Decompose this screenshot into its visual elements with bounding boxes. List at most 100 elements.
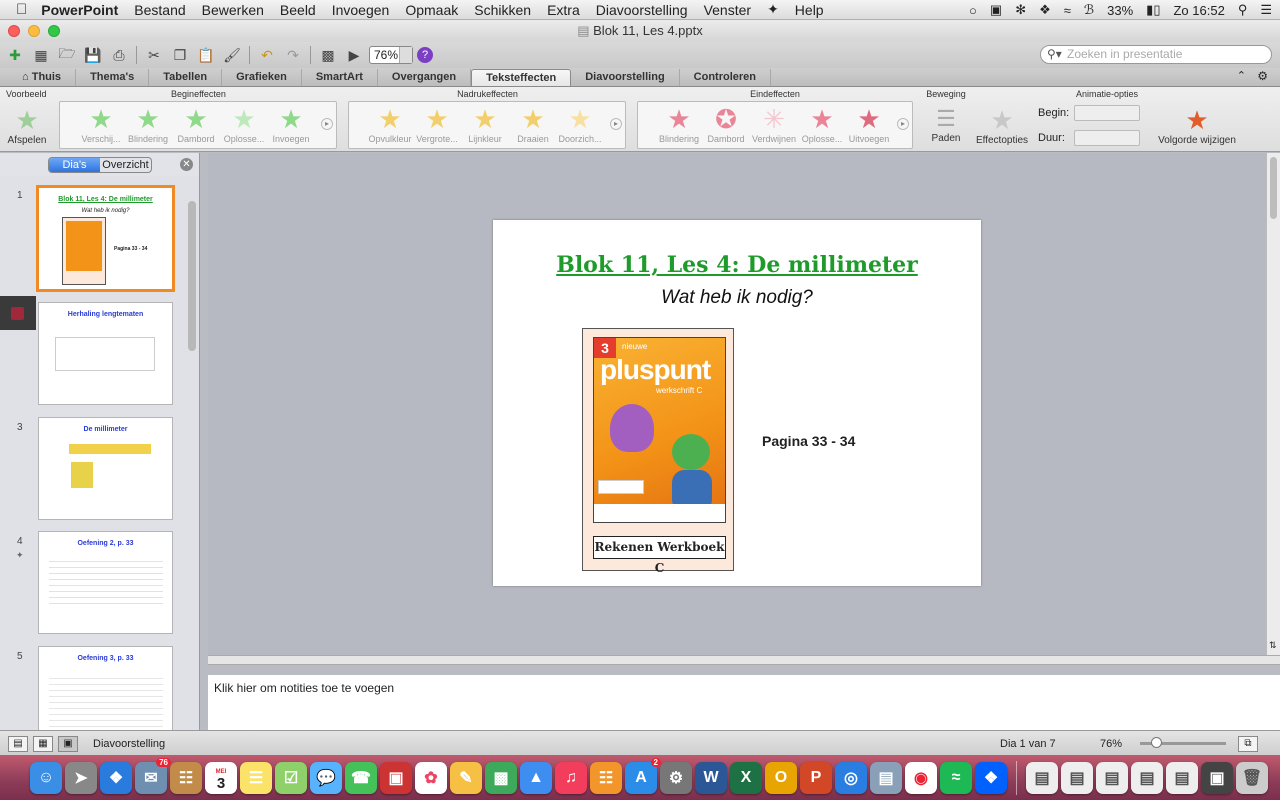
tab-smartart[interactable]: SmartArt: [302, 69, 378, 86]
sync-icon[interactable]: ○: [969, 3, 977, 18]
zoom-dropdown[interactable]: 76%: [369, 46, 413, 64]
record-button[interactable]: [0, 296, 36, 330]
slide-thumbnail-5[interactable]: Oefening 3, p. 33: [38, 646, 173, 730]
current-slide[interactable]: Blok 11, Les 4: De millimeter Wat heb ik…: [493, 220, 981, 586]
mail-icon[interactable]: ✉ 76: [135, 757, 171, 794]
slide-editor-canvas[interactable]: Blok 11, Les 4: De millimeter Wat heb ik…: [208, 153, 1266, 655]
tab-diavoorstelling[interactable]: Diavoorstelling: [571, 69, 680, 86]
finder-icon[interactable]: ☺: [30, 761, 62, 794]
excel-icon[interactable]: X: [730, 761, 762, 794]
slideshow-icon[interactable]: ▶: [343, 45, 365, 65]
battery-percentage[interactable]: 33%: [1107, 3, 1133, 18]
new-icon[interactable]: ✚: [4, 45, 26, 65]
calendar-icon[interactable]: MEI 3: [205, 761, 237, 794]
photo-booth-icon[interactable]: ▣: [380, 761, 412, 794]
slide-thumbnail-3[interactable]: De millimeter: [38, 417, 173, 520]
close-pane-icon[interactable]: ✕: [180, 158, 193, 171]
system-preferences-icon[interactable]: ⚙: [660, 761, 692, 794]
effect-checkerboard[interactable]: ★ Dambord: [173, 102, 219, 150]
facetime-icon[interactable]: ☎: [345, 761, 377, 794]
duration-stepper[interactable]: [1074, 130, 1140, 146]
effect-line-color[interactable]: ★ Lijnkleur: [462, 102, 508, 150]
slide-subtitle[interactable]: Wat heb ik nodig?: [493, 287, 981, 309]
clock[interactable]: Zo 16:52: [1173, 3, 1224, 18]
messages-icon[interactable]: 💬: [310, 761, 342, 794]
tab-overgangen[interactable]: Overgangen: [378, 69, 472, 86]
menu-bewerken[interactable]: Bewerken: [194, 2, 272, 18]
gallery-icon[interactable]: ▦: [30, 45, 52, 65]
menu-extra[interactable]: Extra: [539, 2, 588, 18]
wifi-icon[interactable]: ≈: [1064, 3, 1071, 18]
tab-slides[interactable]: Dia's: [49, 158, 100, 172]
screen-icon[interactable]: ▣: [1201, 761, 1233, 794]
effect-exit-blinds[interactable]: ★ Blindering: [656, 102, 702, 150]
tab-outline[interactable]: Overzicht: [100, 158, 151, 172]
dropbox-icon[interactable]: ❖: [1039, 2, 1051, 18]
copy-icon[interactable]: ❐: [169, 45, 191, 65]
insert-slide-icon[interactable]: ▩: [317, 45, 339, 65]
help-icon[interactable]: ?: [417, 47, 433, 63]
word-icon[interactable]: W: [695, 761, 727, 794]
paths-button[interactable]: ☰ Paden: [924, 105, 968, 144]
notes-app-icon[interactable]: ☰: [240, 761, 272, 794]
effect-fly-in[interactable]: ★ Invoegen: [268, 102, 314, 150]
scroll-thumb[interactable]: [1270, 157, 1277, 219]
tab-tabellen[interactable]: Tabellen: [149, 69, 223, 86]
zoom-window-button[interactable]: [48, 25, 60, 37]
numbers-icon[interactable]: ▩: [485, 761, 517, 794]
effect-exit-disappear[interactable]: ✳ Verdwijnen: [751, 102, 797, 150]
gallery-more-icon[interactable]: ▸: [321, 118, 333, 130]
save-icon[interactable]: 💾: [82, 45, 104, 65]
notes-area[interactable]: Klik hier om notities toe te voegen: [208, 675, 1280, 730]
globe-app-icon[interactable]: ◎: [835, 761, 867, 794]
canvas-scrollbar[interactable]: ⇅: [1266, 153, 1280, 655]
display-icon[interactable]: ▣: [990, 2, 1002, 18]
effect-transparency[interactable]: ★ Doorzich...: [557, 102, 603, 150]
effect-appear[interactable]: ★ Verschij...: [78, 102, 124, 150]
begin-dropdown[interactable]: [1074, 105, 1140, 121]
menu-help[interactable]: Help: [787, 2, 832, 18]
cut-icon[interactable]: ✂: [143, 45, 165, 65]
preview-icon[interactable]: ▤: [870, 761, 902, 794]
effect-spin[interactable]: ★ Draaien: [510, 102, 556, 150]
notes-splitter[interactable]: [208, 655, 1280, 665]
gallery-more-icon[interactable]: ▸: [897, 118, 909, 130]
pages-icon[interactable]: ✎: [450, 761, 482, 794]
minimize-window-button[interactable]: [28, 25, 40, 37]
menu-opmaak[interactable]: Opmaak: [397, 2, 466, 18]
spotlight-icon[interactable]: ⚲: [1238, 2, 1248, 18]
dropbox-dock-icon[interactable]: ❖: [975, 761, 1007, 794]
powerpoint-icon[interactable]: P: [800, 761, 832, 794]
slide-thumbnail-4[interactable]: Oefening 2, p. 33: [38, 531, 173, 634]
effect-exit-dissolve[interactable]: ★ Oplosse...: [799, 102, 845, 150]
battery-icon[interactable]: ▮▯: [1146, 2, 1160, 18]
itunes-icon[interactable]: ♫: [555, 761, 587, 794]
menu-venster[interactable]: Venster: [696, 2, 759, 18]
launchpad-icon[interactable]: ➤: [65, 761, 97, 794]
tab-grafieken[interactable]: Grafieken: [222, 69, 302, 86]
document-icon[interactable]: ▤: [1096, 761, 1128, 794]
open-icon[interactable]: 🗁: [56, 45, 78, 65]
tab-teksteffecten[interactable]: Teksteffecten: [471, 69, 572, 86]
menu-schikken[interactable]: Schikken: [466, 2, 539, 18]
effect-blinds[interactable]: ★ Blindering: [125, 102, 171, 150]
menu-bestand[interactable]: Bestand: [126, 2, 193, 18]
document-icon[interactable]: ▤: [1061, 761, 1093, 794]
thumbnail-scrollbar[interactable]: [188, 201, 196, 351]
slide-sorter-icon[interactable]: ▦: [33, 736, 53, 752]
slide-thumbnail-2[interactable]: Herhaling lengtematen: [38, 302, 173, 405]
ribbon-settings-icon[interactable]: ⚙: [1257, 69, 1268, 83]
menu-invoegen[interactable]: Invoegen: [324, 2, 398, 18]
notification-center-icon[interactable]: ☰: [1260, 2, 1272, 18]
page-nav-icon[interactable]: ⇅: [1269, 640, 1277, 651]
page-reference[interactable]: Pagina 33 - 34: [762, 433, 855, 449]
effect-options-button[interactable]: ★ Effectopties: [974, 103, 1030, 146]
slideshow-view-icon[interactable]: ▣: [58, 736, 78, 752]
app-menu[interactable]: PowerPoint: [31, 2, 126, 18]
fit-window-icon[interactable]: ⧉: [1238, 736, 1258, 752]
slide-title[interactable]: Blok 11, Les 4: De millimeter: [493, 252, 981, 278]
slide-thumbnail-1[interactable]: Blok 11, Les 4: De millimeter Wat heb ik…: [36, 185, 175, 292]
menu-beeld[interactable]: Beeld: [272, 2, 324, 18]
apple-icon[interactable]: : [0, 1, 31, 18]
contacts-icon[interactable]: ☷: [170, 761, 202, 794]
